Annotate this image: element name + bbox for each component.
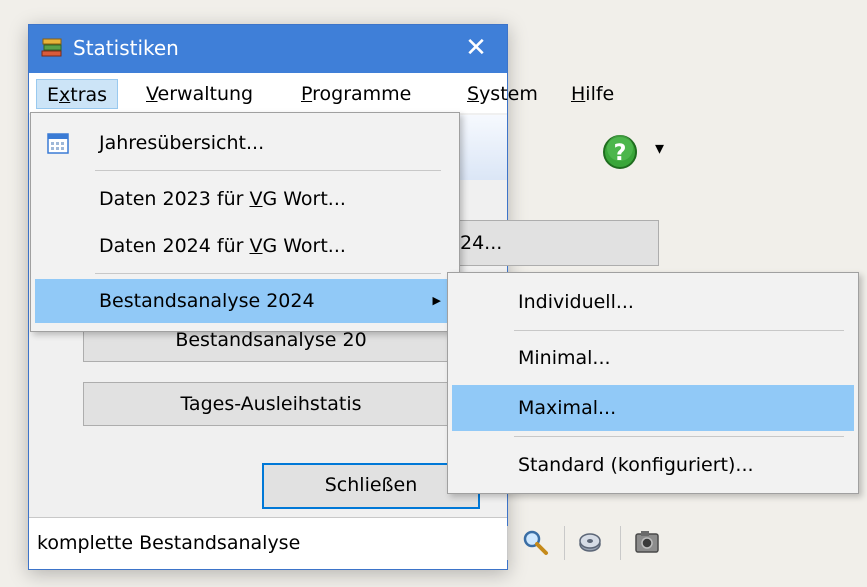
menu-separator (514, 436, 844, 437)
menu-verwaltung-mnemonic: V (146, 83, 158, 105)
menu-separator (95, 273, 441, 274)
menu-item-label-post: G Wort... (262, 235, 346, 257)
menu-system-suffix: ystem (479, 83, 538, 105)
status-bar: komplette Bestandsanalyse (29, 517, 659, 569)
calendar-icon (47, 133, 69, 154)
close-window-button[interactable]: ✕ (459, 31, 493, 65)
submenu-arrow-icon: ▶ (432, 294, 441, 307)
svg-text:?: ? (614, 141, 627, 166)
help-circle-icon[interactable]: ? (602, 134, 638, 170)
menu-hilfe-mnemonic: H (571, 83, 586, 105)
submenu-item-standard[interactable]: Standard (konfiguriert)... (452, 442, 854, 488)
menu-item-jahresuebersicht[interactable]: Jahresübersicht... (35, 121, 455, 165)
bestandsanalyse-submenu: Individuell... Minimal... Maximal... Sta… (447, 272, 859, 494)
submenu-item-individuell[interactable]: Individuell... (452, 279, 854, 325)
menu-bar: Extras Verwaltung Programme System (29, 73, 538, 113)
menu-programme-suffix: rogramme (312, 83, 412, 105)
menu-system-mnemonic: S (467, 83, 480, 105)
tages-ausleihstatistik-button[interactable]: Tages-Ausleihstatis (83, 382, 459, 426)
search-icon[interactable] (521, 528, 549, 556)
vg-wort-2024-button[interactable]: 24... (429, 220, 659, 266)
window-title: Statistiken (73, 36, 179, 60)
extras-menu: Jahresübersicht... Daten 2023 für VG Wor… (30, 112, 460, 332)
camera-icon[interactable] (633, 528, 661, 556)
menu-item-vg-wort-2024[interactable]: Daten 2024 für VG Wort... (35, 224, 455, 268)
books-icon (41, 38, 62, 57)
menu-extras-mnemonic: x (59, 84, 71, 106)
menu-extras[interactable]: Extras (36, 79, 119, 109)
help-dropdown-arrow[interactable]: ▾ (655, 138, 664, 159)
menu-verwaltung[interactable]: Verwaltung (136, 79, 263, 109)
menu-programme[interactable]: Programme (291, 79, 421, 109)
menu-separator (95, 170, 441, 171)
status-divider (564, 526, 565, 560)
menu-hilfe-suffix: ilfe (585, 83, 615, 105)
menu-system[interactable]: System (457, 79, 548, 109)
submenu-item-minimal[interactable]: Minimal... (452, 335, 854, 381)
menu-verwaltung-suffix: erwaltung (157, 83, 254, 105)
menu-item-mnemonic: V (249, 235, 263, 257)
menu-item-label: Jahresübersicht... (99, 132, 265, 154)
title-bar[interactable]: Statistiken ✕ (29, 25, 507, 73)
status-divider (620, 526, 621, 560)
submenu-item-maximal[interactable]: Maximal... (452, 385, 854, 431)
menu-extras-suffix: tras (70, 84, 108, 106)
status-text: komplette Bestandsanalyse (37, 532, 301, 554)
menu-separator (514, 330, 844, 331)
menu-item-vg-wort-2023[interactable]: Daten 2023 für VG Wort... (35, 177, 455, 221)
menu-extras-prefix: E (47, 84, 60, 106)
menu-item-label-post: G Wort... (262, 188, 346, 210)
menu-item-bestandsanalyse-2024[interactable]: Bestandsanalyse 2024 ▶ (35, 279, 455, 323)
menu-item-label-pre: Daten 2024 für (99, 235, 250, 257)
menu-programme-mnemonic: P (301, 83, 313, 105)
menu-item-label-pre: Daten 2023 für (99, 188, 250, 210)
menu-item-mnemonic: V (249, 188, 263, 210)
menu-item-label: Bestandsanalyse 2024 (99, 290, 315, 312)
status-divider (507, 526, 508, 560)
disk-icon[interactable] (577, 529, 603, 555)
menu-hilfe[interactable]: Hilfe (561, 79, 624, 109)
